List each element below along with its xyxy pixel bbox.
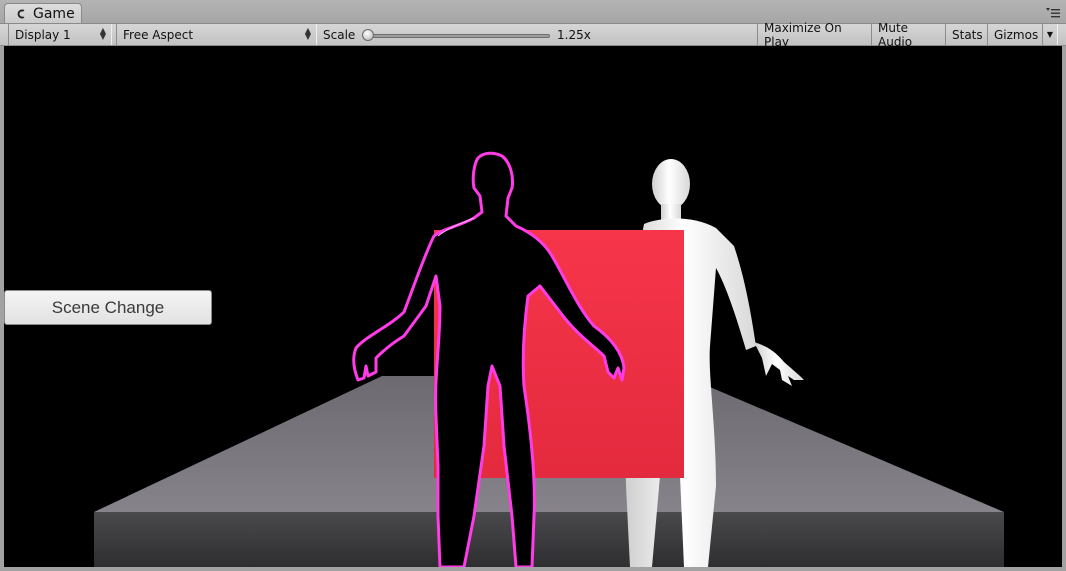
game-viewport[interactable]: Scene Change: [4, 46, 1062, 567]
maximize-on-play-toggle[interactable]: Maximize On Play: [757, 21, 872, 49]
mute-audio-label: Mute Audio: [878, 20, 913, 49]
stats-toggle[interactable]: Stats: [945, 24, 988, 45]
unity-game-icon: [17, 9, 25, 18]
gizmos-toggle[interactable]: Gizmos: [987, 24, 1043, 45]
select-arrows-icon: ▲ ▼: [304, 26, 311, 41]
aspect-select-label: Free Aspect: [123, 27, 194, 42]
panel-menu-icon[interactable]: [1046, 7, 1060, 19]
chevron-down-icon: ▼: [1046, 30, 1054, 39]
scale-slider-thumb[interactable]: [362, 29, 374, 41]
scale-value: 1.25x: [557, 28, 591, 42]
mute-audio-toggle[interactable]: Mute Audio: [871, 21, 946, 49]
gizmos-dropdown[interactable]: ▼: [1042, 24, 1058, 45]
display-select[interactable]: Display 1 ▲ ▼: [8, 24, 112, 45]
aspect-select[interactable]: Free Aspect ▲ ▼: [116, 24, 317, 45]
scale-slider-track[interactable]: [368, 34, 550, 38]
select-arrows-icon: ▲ ▼: [99, 26, 106, 41]
maximize-on-play-label: Maximize On Play: [764, 20, 842, 49]
display-select-label: Display 1: [15, 27, 71, 42]
tab-label: Game: [33, 5, 75, 22]
tab-game[interactable]: Game: [4, 3, 82, 23]
gizmos-label: Gizmos: [994, 27, 1039, 42]
stats-label: Stats: [952, 27, 983, 42]
scene-change-button[interactable]: Scene Change: [4, 290, 212, 325]
scale-label: Scale: [323, 28, 356, 42]
floor-front: [94, 512, 1004, 567]
